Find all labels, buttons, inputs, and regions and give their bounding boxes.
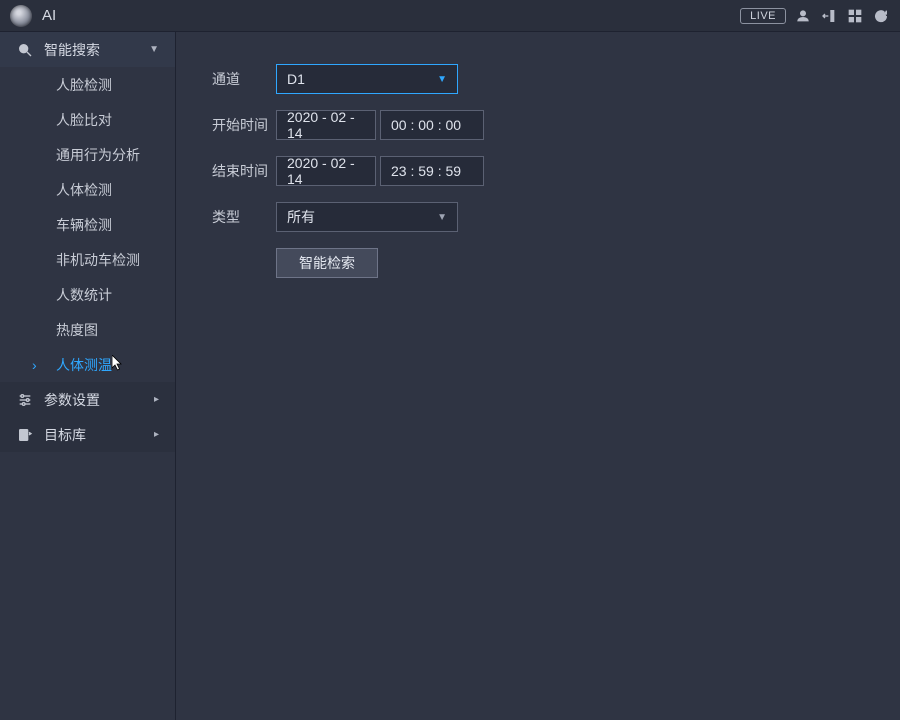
sidebar-item-label: 人脸检测 [56, 75, 112, 95]
sidebar-item-body-temp[interactable]: 人体测温 [0, 347, 175, 382]
sidebar-section-target-db[interactable]: 目标库 ▸ [0, 417, 175, 452]
select-channel[interactable]: D1 ▼ [276, 64, 458, 94]
start-time-input[interactable]: 00 : 00 : 00 [380, 110, 484, 140]
chevron-down-icon: ▼ [437, 212, 447, 223]
row-end-time: 结束时间 2020 - 02 - 14 23 : 59 : 59 [212, 156, 864, 186]
sidebar-item-label: 人脸比对 [56, 110, 112, 130]
label-start-time: 开始时间 [212, 115, 276, 135]
label-end-time: 结束时间 [212, 161, 276, 181]
sidebar-item-label: 通用行为分析 [56, 145, 140, 165]
app-logo [10, 5, 32, 27]
search-icon [16, 41, 34, 59]
end-time-value: 23 : 59 : 59 [391, 163, 461, 179]
label-type: 类型 [212, 207, 276, 227]
sidebar-item-nonmotor-detect[interactable]: 非机动车检测 [0, 242, 175, 277]
sidebar-item-label: 人数统计 [56, 285, 112, 305]
grid-icon[interactable] [846, 7, 864, 25]
row-type: 类型 所有 ▼ [212, 202, 864, 232]
refresh-icon[interactable] [872, 7, 890, 25]
sidebar-section-param-settings[interactable]: 参数设置 ▸ [0, 382, 175, 417]
row-start-time: 开始时间 2020 - 02 - 14 00 : 00 : 00 [212, 110, 864, 140]
sidebar-item-heatmap[interactable]: 热度图 [0, 312, 175, 347]
start-date-input[interactable]: 2020 - 02 - 14 [276, 110, 376, 140]
sidebar-item-label: 热度图 [56, 320, 98, 340]
select-type[interactable]: 所有 ▼ [276, 202, 458, 232]
sidebar-item-label: 车辆检测 [56, 215, 112, 235]
sidebar-item-face-compare[interactable]: 人脸比对 [0, 102, 175, 137]
sidebar-item-people-count[interactable]: 人数统计 [0, 277, 175, 312]
chevron-right-icon: ▸ [154, 429, 159, 440]
start-datetime-group: 2020 - 02 - 14 00 : 00 : 00 [276, 110, 484, 140]
live-badge[interactable]: LIVE [740, 8, 786, 24]
sidebar-item-face-detect[interactable]: 人脸检测 [0, 67, 175, 102]
sidebar-item-label: 人体测温 [56, 355, 112, 375]
header-right: LIVE [740, 7, 890, 25]
end-time-input[interactable]: 23 : 59 : 59 [380, 156, 484, 186]
database-icon [16, 426, 34, 444]
chevron-right-icon: ▸ [154, 394, 159, 405]
row-submit: 智能检索 [212, 248, 864, 278]
start-time-value: 00 : 00 : 00 [391, 117, 461, 133]
search-button[interactable]: 智能检索 [276, 248, 378, 278]
sidebar-item-label: 非机动车检测 [56, 250, 140, 270]
sidebar-section-label: 参数设置 [44, 390, 154, 410]
sidebar-section-label: 目标库 [44, 425, 154, 445]
body-wrap: 智能搜索 ▼ 人脸检测 人脸比对 通用行为分析 人体检测 车辆检测 非机动车检测… [0, 32, 900, 720]
sidebar-item-body-detect[interactable]: 人体检测 [0, 172, 175, 207]
sidebar-section-smart-search[interactable]: 智能搜索 ▼ [0, 32, 175, 67]
end-date-input[interactable]: 2020 - 02 - 14 [276, 156, 376, 186]
end-date-value: 2020 - 02 - 14 [287, 155, 365, 187]
header-left: AI [10, 5, 56, 27]
chevron-down-icon: ▼ [437, 74, 447, 85]
select-type-value: 所有 [287, 207, 437, 227]
select-channel-value: D1 [287, 71, 437, 87]
sidebar-item-label: 人体检测 [56, 180, 112, 200]
row-channel: 通道 D1 ▼ [212, 64, 864, 94]
mouse-cursor-icon [112, 355, 124, 371]
sidebar-item-vehicle-detect[interactable]: 车辆检测 [0, 207, 175, 242]
chevron-down-icon: ▼ [149, 44, 159, 55]
user-icon[interactable] [794, 7, 812, 25]
app-header: AI LIVE [0, 0, 900, 32]
start-date-value: 2020 - 02 - 14 [287, 109, 365, 141]
logout-icon[interactable] [820, 7, 838, 25]
content-pane: 通道 D1 ▼ 开始时间 2020 - 02 - 14 00 : 00 : 00… [176, 32, 900, 720]
sidebar-section-label: 智能搜索 [44, 40, 149, 60]
sliders-icon [16, 391, 34, 409]
end-datetime-group: 2020 - 02 - 14 23 : 59 : 59 [276, 156, 484, 186]
app-title: AI [42, 7, 56, 24]
sidebar: 智能搜索 ▼ 人脸检测 人脸比对 通用行为分析 人体检测 车辆检测 非机动车检测… [0, 32, 176, 720]
sidebar-item-behavior-analysis[interactable]: 通用行为分析 [0, 137, 175, 172]
label-channel: 通道 [212, 69, 276, 89]
